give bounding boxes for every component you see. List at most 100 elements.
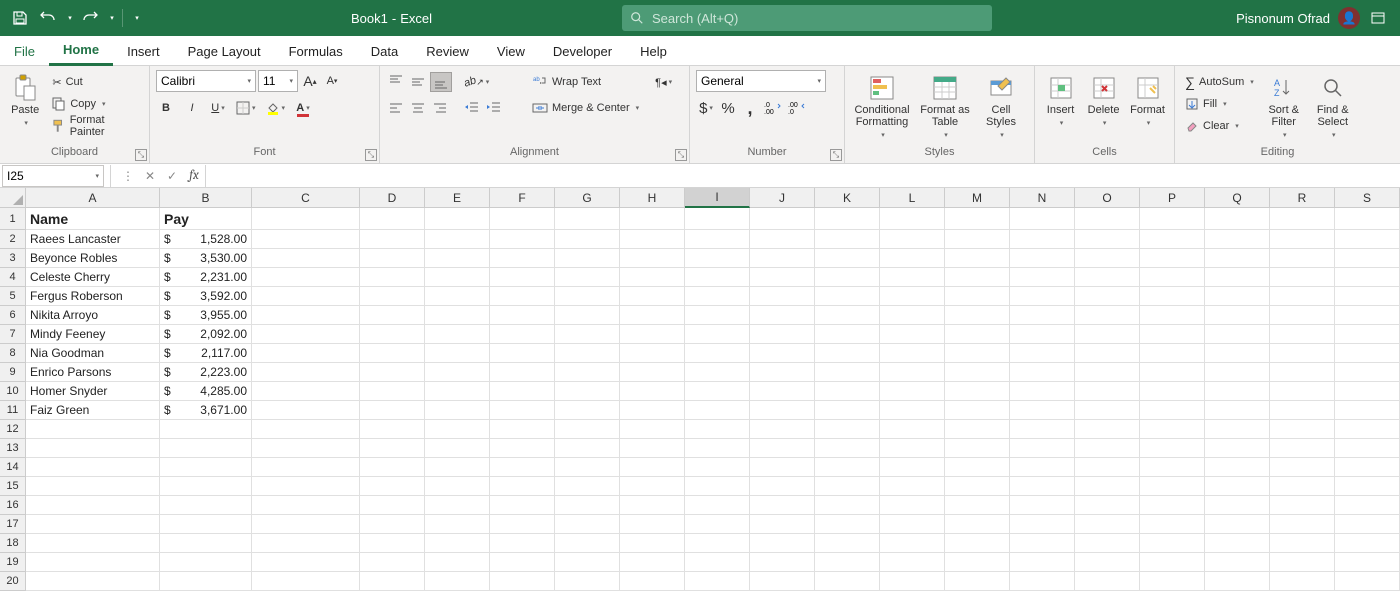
cell-K8[interactable]	[815, 344, 880, 363]
format-cells-button[interactable]: Format▾	[1127, 70, 1168, 130]
cell-L5[interactable]	[880, 287, 945, 306]
row-header-14[interactable]: 14	[0, 458, 26, 477]
cell-C11[interactable]	[252, 401, 360, 420]
cell-G3[interactable]	[555, 249, 620, 268]
cell-N2[interactable]	[1010, 230, 1075, 249]
insert-cells-button[interactable]: Insert▾	[1041, 70, 1080, 130]
autosum-button[interactable]: ∑AutoSum▾	[1181, 72, 1258, 92]
cell-F6[interactable]	[490, 306, 555, 325]
cells-area[interactable]: NamePayRaees Lancaster$1,528.00Beyonce R…	[26, 208, 1400, 591]
row-header-13[interactable]: 13	[0, 439, 26, 458]
cell-O11[interactable]	[1075, 401, 1140, 420]
cell-M4[interactable]	[945, 268, 1010, 287]
row-header-9[interactable]: 9	[0, 363, 26, 382]
cell-B15[interactable]	[160, 477, 252, 496]
cell-Q6[interactable]	[1205, 306, 1270, 325]
cell-R13[interactable]	[1270, 439, 1335, 458]
cell-G8[interactable]	[555, 344, 620, 363]
cell-A8[interactable]: Nia Goodman	[26, 344, 160, 363]
cell-J3[interactable]	[750, 249, 815, 268]
cell-E9[interactable]	[425, 363, 490, 382]
cell-M6[interactable]	[945, 306, 1010, 325]
cell-K7[interactable]	[815, 325, 880, 344]
cell-I3[interactable]	[685, 249, 750, 268]
column-header-F[interactable]: F	[490, 188, 555, 208]
column-header-S[interactable]: S	[1335, 188, 1400, 208]
tab-home[interactable]: Home	[49, 36, 113, 66]
cell-M9[interactable]	[945, 363, 1010, 382]
cell-C10[interactable]	[252, 382, 360, 401]
cell-N4[interactable]	[1010, 268, 1075, 287]
cell-F19[interactable]	[490, 553, 555, 572]
cell-J19[interactable]	[750, 553, 815, 572]
cell-L19[interactable]	[880, 553, 945, 572]
cell-F3[interactable]	[490, 249, 555, 268]
cell-C17[interactable]	[252, 515, 360, 534]
cell-M12[interactable]	[945, 420, 1010, 439]
cell-P1[interactable]	[1140, 208, 1205, 230]
cell-C9[interactable]	[252, 363, 360, 382]
increase-decimal-button[interactable]: .0.00	[762, 98, 784, 118]
cell-M5[interactable]	[945, 287, 1010, 306]
align-right-button[interactable]	[430, 98, 450, 118]
cell-O2[interactable]	[1075, 230, 1140, 249]
cell-M13[interactable]	[945, 439, 1010, 458]
cell-C3[interactable]	[252, 249, 360, 268]
cell-F11[interactable]	[490, 401, 555, 420]
cell-B14[interactable]	[160, 458, 252, 477]
row-header-3[interactable]: 3	[0, 249, 26, 268]
cell-L6[interactable]	[880, 306, 945, 325]
cell-Q19[interactable]	[1205, 553, 1270, 572]
column-header-R[interactable]: R	[1270, 188, 1335, 208]
cell-I1[interactable]	[685, 208, 750, 230]
cell-M15[interactable]	[945, 477, 1010, 496]
cell-M20[interactable]	[945, 572, 1010, 591]
cell-D16[interactable]	[360, 496, 425, 515]
cell-E4[interactable]	[425, 268, 490, 287]
cell-D8[interactable]	[360, 344, 425, 363]
cell-H18[interactable]	[620, 534, 685, 553]
cell-E5[interactable]	[425, 287, 490, 306]
number-format-select[interactable]: General▾	[696, 70, 826, 92]
cell-I2[interactable]	[685, 230, 750, 249]
cell-K17[interactable]	[815, 515, 880, 534]
cell-I9[interactable]	[685, 363, 750, 382]
cell-I19[interactable]	[685, 553, 750, 572]
cell-B20[interactable]	[160, 572, 252, 591]
cell-O10[interactable]	[1075, 382, 1140, 401]
cell-O3[interactable]	[1075, 249, 1140, 268]
column-header-D[interactable]: D	[360, 188, 425, 208]
cell-S12[interactable]	[1335, 420, 1400, 439]
cell-A14[interactable]	[26, 458, 160, 477]
cell-G2[interactable]	[555, 230, 620, 249]
cell-R1[interactable]	[1270, 208, 1335, 230]
cell-O15[interactable]	[1075, 477, 1140, 496]
font-name-select[interactable]: Calibri▾	[156, 70, 256, 92]
delete-cells-button[interactable]: Delete▾	[1084, 70, 1123, 130]
cell-O14[interactable]	[1075, 458, 1140, 477]
decrease-indent-button[interactable]	[462, 98, 482, 118]
cell-S1[interactable]	[1335, 208, 1400, 230]
cell-S2[interactable]	[1335, 230, 1400, 249]
cell-G1[interactable]	[555, 208, 620, 230]
cell-N15[interactable]	[1010, 477, 1075, 496]
cell-E18[interactable]	[425, 534, 490, 553]
cell-F7[interactable]	[490, 325, 555, 344]
fx-icon[interactable]: fx	[183, 165, 205, 187]
cell-R8[interactable]	[1270, 344, 1335, 363]
ribbon-display-button[interactable]	[1368, 8, 1388, 28]
merge-center-button[interactable]: Merge & Center▾	[528, 98, 643, 118]
cell-E13[interactable]	[425, 439, 490, 458]
cell-K20[interactable]	[815, 572, 880, 591]
cell-I20[interactable]	[685, 572, 750, 591]
cell-Q16[interactable]	[1205, 496, 1270, 515]
cell-G15[interactable]	[555, 477, 620, 496]
cell-S6[interactable]	[1335, 306, 1400, 325]
cell-A17[interactable]	[26, 515, 160, 534]
cell-A9[interactable]: Enrico Parsons	[26, 363, 160, 382]
row-header-11[interactable]: 11	[0, 401, 26, 420]
cell-N10[interactable]	[1010, 382, 1075, 401]
cell-P8[interactable]	[1140, 344, 1205, 363]
cell-D6[interactable]	[360, 306, 425, 325]
cell-J14[interactable]	[750, 458, 815, 477]
